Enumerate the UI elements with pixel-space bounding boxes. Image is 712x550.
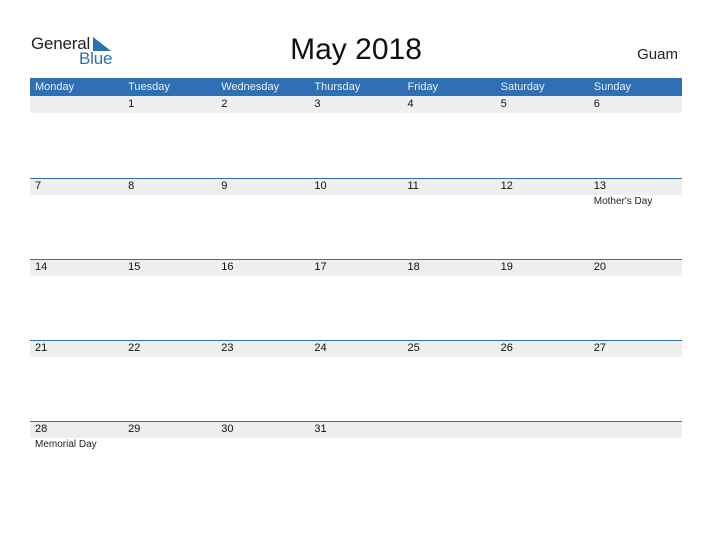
weekday-header: Monday Tuesday Wednesday Thursday Friday Satu…	[30, 78, 682, 96]
day-cell[interactable]: 1	[123, 96, 216, 156]
day-cell[interactable]: 9	[216, 178, 309, 238]
day-number: 4	[407, 98, 414, 110]
day-cell[interactable]: 28 Memorial Day	[30, 421, 123, 481]
day-number: 18	[407, 261, 420, 273]
calendar-grid: Monday Tuesday Wednesday Thursday Friday Satu…	[30, 78, 682, 502]
day-cell[interactable]: 27	[589, 340, 682, 400]
day-number: 8	[128, 180, 135, 192]
holiday-label: Mother's Day	[593, 196, 653, 207]
weekday-friday: Friday	[407, 81, 439, 93]
day-cell[interactable]	[589, 421, 682, 481]
weekday-saturday: Saturday	[500, 81, 545, 93]
day-cell[interactable]: 29	[123, 421, 216, 481]
day-number: 23	[221, 342, 234, 354]
day-cell[interactable]: 3	[309, 96, 402, 156]
weekday-sunday: Sunday	[593, 81, 632, 93]
day-cell[interactable]: 14	[30, 259, 123, 319]
day-cell[interactable]: 22	[123, 340, 216, 400]
day-number: 3	[314, 98, 321, 110]
day-number: 2	[221, 98, 228, 110]
day-number: 28	[35, 423, 48, 435]
day-cell[interactable]: 12	[496, 178, 589, 238]
weekday-thursday: Thursday	[314, 81, 361, 93]
day-number	[501, 421, 589, 438]
day-number: 6	[593, 98, 600, 110]
day-cell[interactable]: 11	[403, 178, 496, 238]
week-row: 1 2 3 4 5 6	[30, 96, 682, 178]
day-cell[interactable]: 23	[216, 340, 309, 400]
day-number: 15	[128, 261, 141, 273]
day-cell[interactable]: 17	[309, 259, 402, 319]
day-number: 9	[221, 180, 228, 192]
day-number: 24	[314, 342, 327, 354]
weekday-monday: Monday	[35, 81, 75, 93]
day-cell[interactable]: 18	[403, 259, 496, 319]
day-cell[interactable]: 31	[309, 421, 402, 481]
day-cell[interactable]: 16	[216, 259, 309, 319]
day-cell[interactable]: 21	[30, 340, 123, 400]
weekday-tuesday: Tuesday	[128, 81, 170, 93]
day-number: 5	[500, 98, 507, 110]
weekday-wednesday: Wednesday	[221, 81, 280, 93]
day-number: 27	[593, 342, 606, 354]
day-number: 26	[500, 342, 513, 354]
day-number: 30	[221, 423, 234, 435]
day-cell[interactable]: 26	[496, 340, 589, 400]
day-cell[interactable]: 8	[123, 178, 216, 238]
day-cell[interactable]: 30	[216, 421, 309, 481]
week-row: 7 8 9 10 11 12 13 Mother's Day	[30, 178, 682, 259]
day-cell[interactable]: 15	[123, 259, 216, 319]
day-cell[interactable]: 13 Mother's Day	[589, 178, 682, 238]
day-number: 25	[407, 342, 420, 354]
day-cell[interactable]	[30, 96, 123, 156]
day-number: 22	[128, 342, 141, 354]
day-number: 10	[314, 180, 327, 192]
day-number: 20	[593, 261, 606, 273]
day-number: 12	[500, 180, 513, 192]
week-row: 14 15 16 17 18 19 20	[30, 259, 682, 340]
day-number	[594, 421, 682, 438]
day-cell[interactable]: 20	[589, 259, 682, 319]
day-number: 29	[128, 423, 141, 435]
day-cell[interactable]: 10	[309, 178, 402, 238]
day-number: 14	[35, 261, 48, 273]
day-number: 19	[500, 261, 513, 273]
day-number: 17	[314, 261, 327, 273]
day-number: 1	[128, 98, 135, 110]
day-number: 11	[407, 180, 419, 192]
week-row: 28 Memorial Day 29 30 31	[30, 421, 682, 502]
day-number: 31	[314, 423, 327, 435]
day-cell[interactable]: 6	[589, 96, 682, 156]
week-row: 21 22 23 24 25 26 27	[30, 340, 682, 421]
day-cell[interactable]: 25	[403, 340, 496, 400]
day-cell[interactable]: 19	[496, 259, 589, 319]
holiday-label: Memorial Day	[35, 439, 97, 450]
day-number: 16	[221, 261, 234, 273]
day-number: 21	[35, 342, 48, 354]
page-title: May 2018	[290, 33, 422, 66]
day-cell[interactable]: 7	[30, 178, 123, 238]
day-cell[interactable]: 5	[496, 96, 589, 156]
day-cell[interactable]	[403, 421, 496, 481]
country-label: Guam	[637, 46, 678, 63]
day-cell[interactable]: 2	[216, 96, 309, 156]
day-cell[interactable]	[496, 421, 589, 481]
day-number	[35, 96, 123, 113]
day-number: 7	[35, 180, 42, 192]
day-number: 13	[593, 180, 606, 192]
day-cell[interactable]: 4	[403, 96, 496, 156]
day-number	[408, 421, 496, 438]
day-cell[interactable]: 24	[309, 340, 402, 400]
